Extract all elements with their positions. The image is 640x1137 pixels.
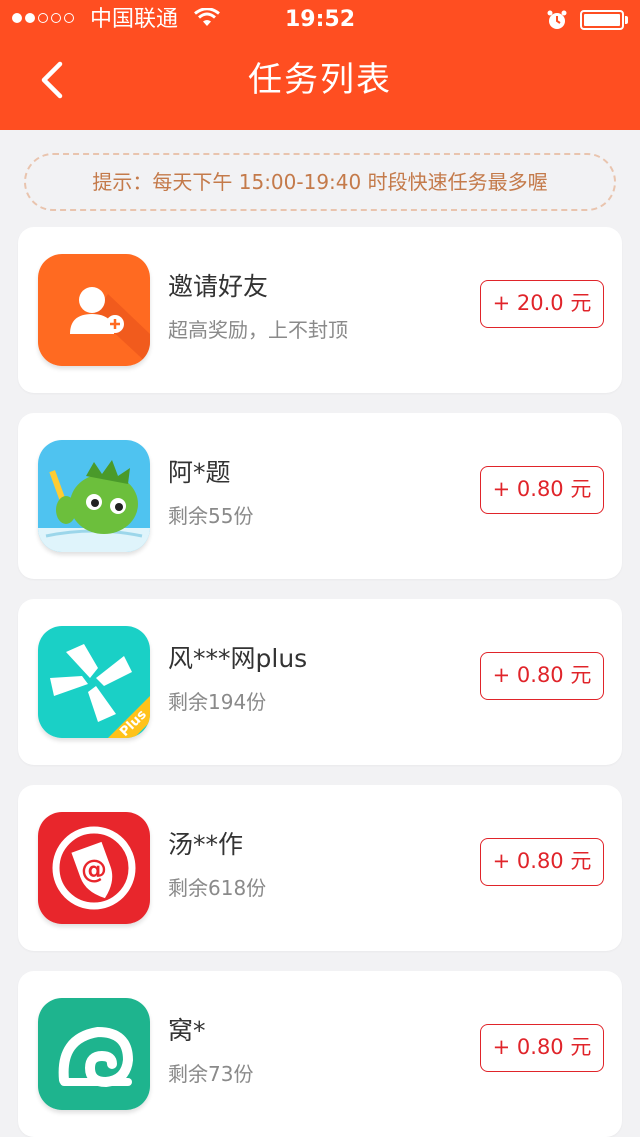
task-title: 邀请好友 (168, 272, 269, 301)
shield-at-app-icon: @ (38, 812, 150, 924)
snail-app-icon (38, 998, 150, 1110)
battery-icon (580, 10, 624, 30)
task-card-2[interactable]: 阿*题 剩余55份 + 0.80 元 (18, 413, 622, 579)
reward-button[interactable]: + 0.80 元 (480, 1024, 604, 1072)
task-title: 风***网plus (168, 644, 308, 673)
svg-text:@: @ (81, 855, 107, 885)
task-subtitle: 剩余55份 (168, 504, 254, 528)
task-card-5[interactable]: 窝* 剩余73份 + 0.80 元 (18, 971, 622, 1137)
invite-friend-icon (38, 254, 150, 366)
reward-button[interactable]: + 20.0 元 (480, 280, 604, 328)
task-card-invite-friends[interactable]: 邀请好友 超高奖励，上不封顶 + 20.0 元 (18, 227, 622, 393)
status-bar: 中国联通 19:52 (0, 0, 640, 40)
task-card-4[interactable]: @ 汤**作 剩余618份 + 0.80 元 (18, 785, 622, 951)
tip-banner: 提示：每天下午 15:00-19:40 时段快速任务最多喔 (24, 153, 616, 211)
alarm-icon (547, 10, 567, 29)
task-subtitle: 剩余73份 (168, 1062, 254, 1086)
page-title: 任务列表 (248, 60, 392, 100)
task-subtitle: 剩余618份 (168, 876, 267, 900)
status-time: 19:52 (284, 7, 356, 32)
task-subtitle: 剩余194份 (168, 690, 267, 714)
reward-button[interactable]: + 0.80 元 (480, 652, 604, 700)
task-title: 汤**作 (168, 830, 244, 859)
task-subtitle: 超高奖励，上不封顶 (168, 318, 348, 342)
header: 中国联通 19:52 任务列表 (0, 0, 640, 130)
task-card-3[interactable]: Plus 风***网plus 剩余194份 + 0.80 元 (18, 599, 622, 765)
task-title: 阿*题 (168, 458, 231, 487)
battery-tip (625, 16, 628, 24)
reward-button[interactable]: + 0.80 元 (480, 466, 604, 514)
windmill-app-icon: Plus (38, 626, 150, 738)
reward-button[interactable]: + 0.80 元 (480, 838, 604, 886)
task-title: 窝* (168, 1016, 206, 1045)
dinosaur-app-icon (38, 440, 150, 552)
